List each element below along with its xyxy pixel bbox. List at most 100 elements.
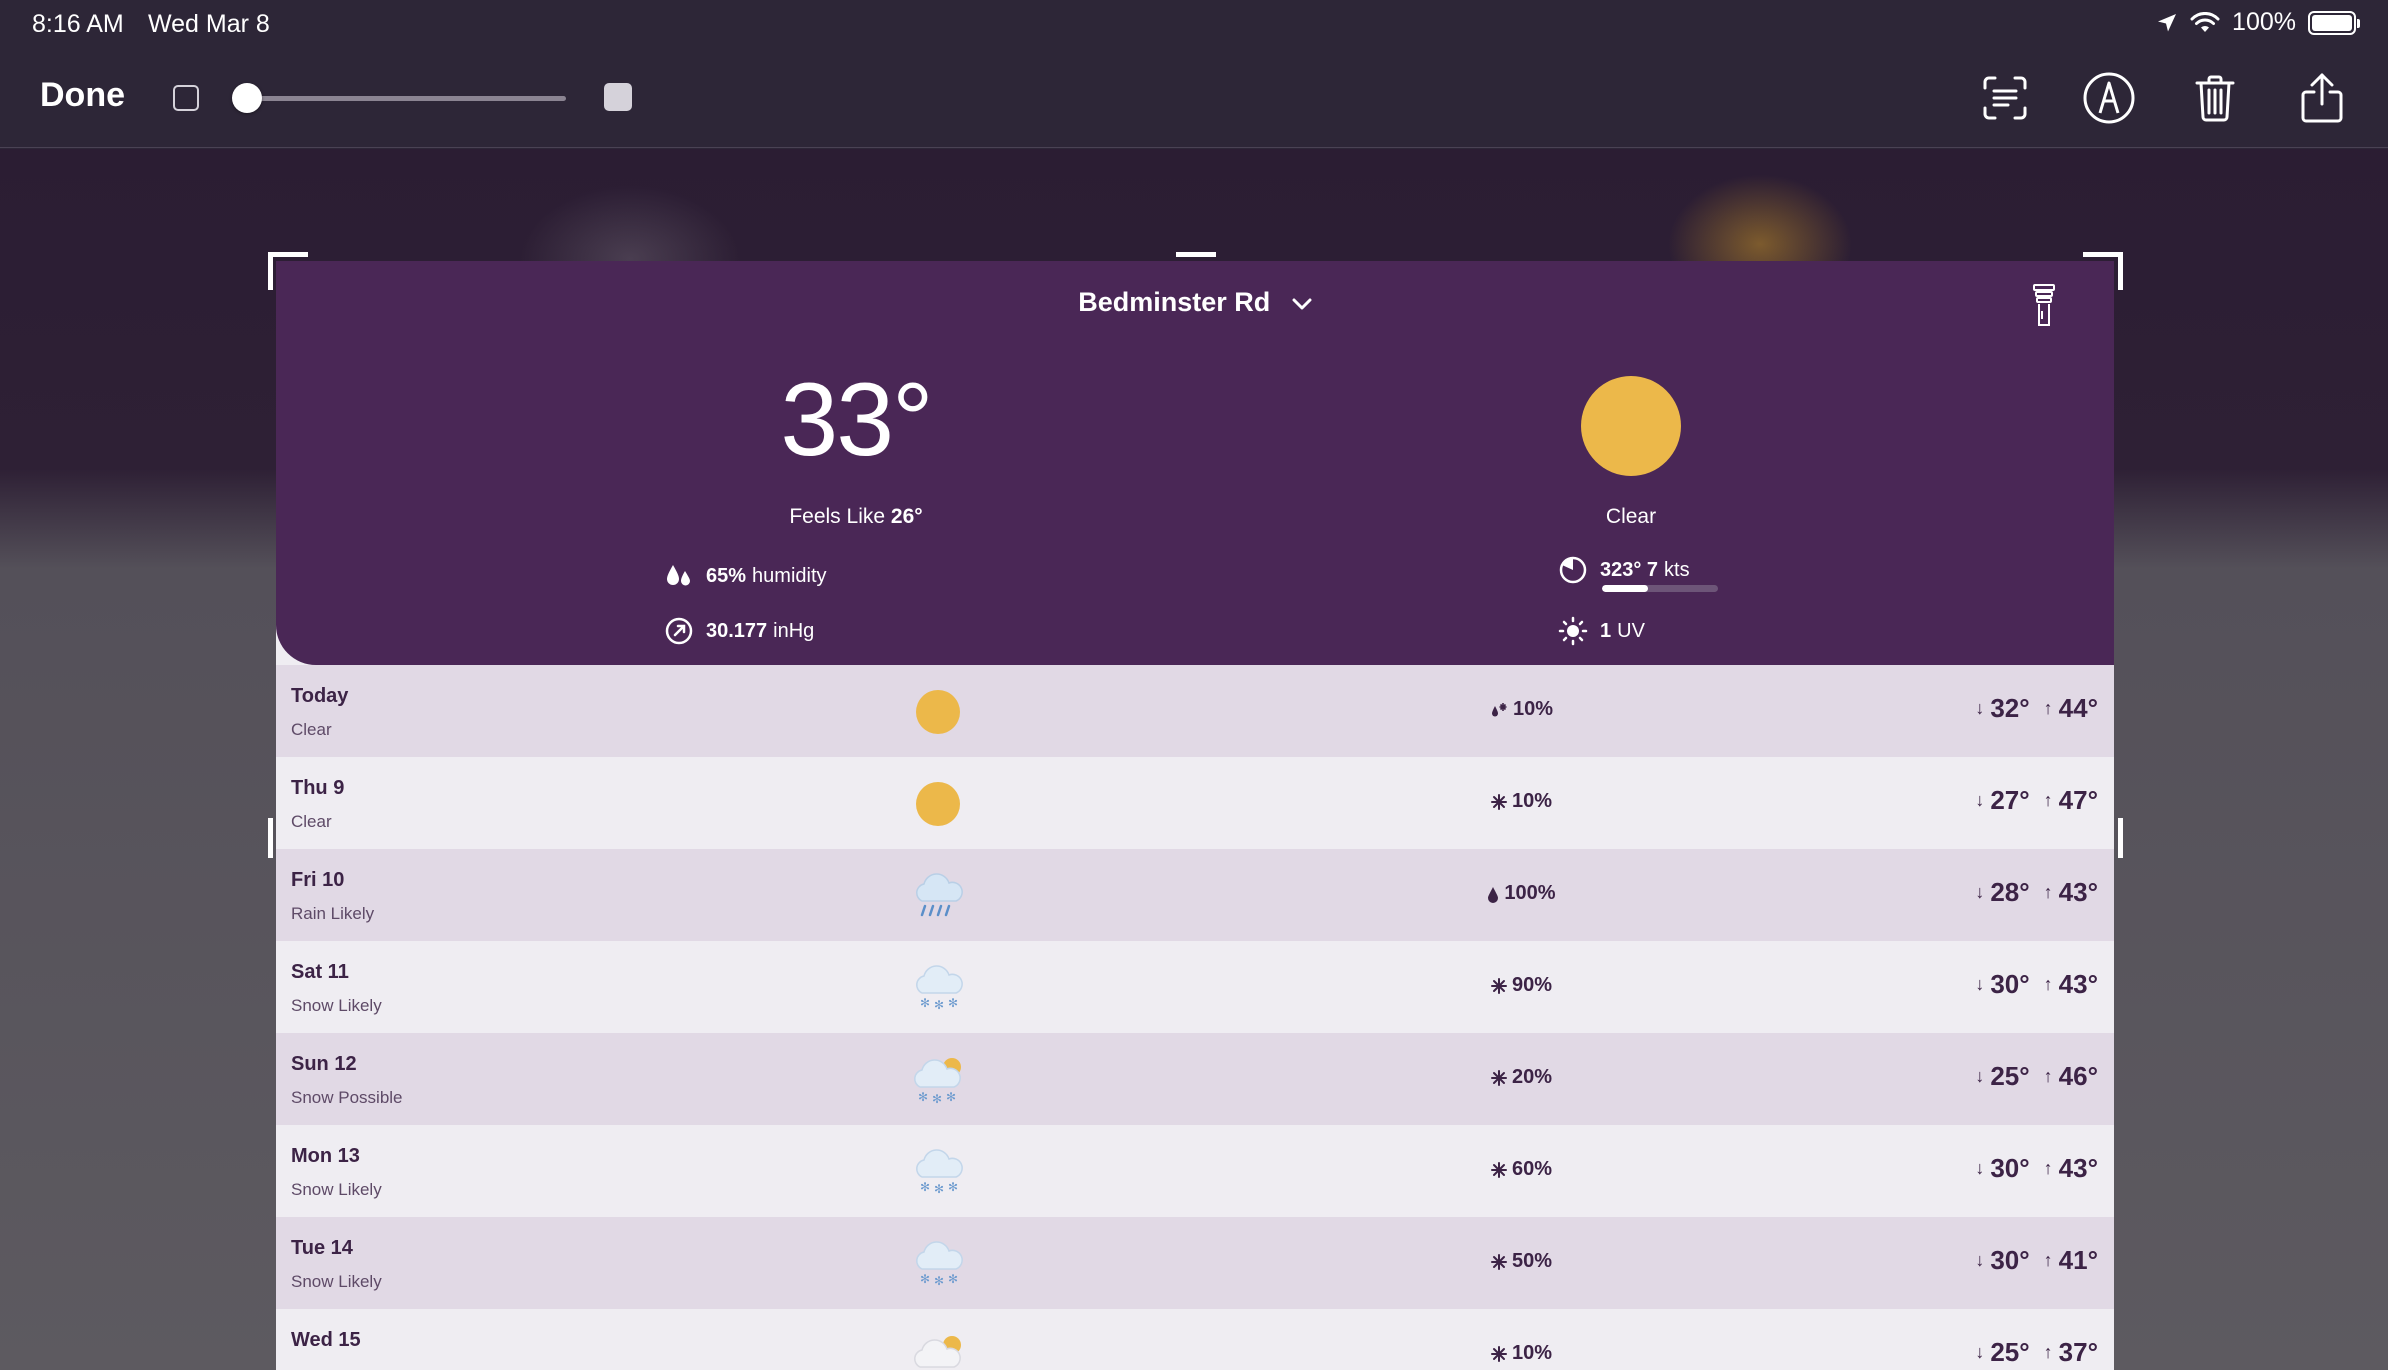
forecast-day: Wed 15 — [291, 1329, 361, 1351]
forecast-temps: ↓ 27° ↑ 47° — [1975, 785, 2098, 816]
text-scan-icon — [1983, 76, 2027, 120]
markup-pen-icon — [2083, 72, 2135, 124]
high-temp: 41° — [2058, 1245, 2098, 1275]
high-temp: 43° — [2058, 969, 2098, 999]
status-time: 8:16 AM — [32, 10, 124, 38]
low-temp: 32° — [1990, 693, 2030, 723]
arrow-down-icon: ↓ — [1975, 1342, 1985, 1362]
pressure-unit: inHg — [773, 619, 815, 642]
arrow-up-icon: ↑ — [2043, 1250, 2053, 1270]
high-temp: 47° — [2058, 785, 2098, 815]
arrow-down-icon: ↓ — [1975, 698, 1985, 718]
snow-partly-sunny-icon: ✻ ✻ ✻ — [908, 1055, 968, 1106]
forecast-condition: Snow Likely — [291, 1272, 382, 1291]
svg-text:✻: ✻ — [934, 1182, 944, 1196]
forecast-day: Mon 13 — [291, 1145, 360, 1167]
current-conditions-panel: Bedminster Rd 33° Feels Like 26° 65% hum… — [276, 261, 2114, 665]
humidity-value: 65% — [706, 564, 747, 587]
uv-metric: 1 UV — [1558, 616, 1645, 646]
forecast-row[interactable]: Tue 14 Snow Likely ✻ ✻ ✻ 50% ↓ 30° ↑ 41° — [276, 1217, 2114, 1309]
forecast-precip: 50% — [1431, 1250, 1611, 1273]
forecast-row[interactable]: Thu 9 Clear 10% ↓ 27° ↑ 47° — [276, 757, 2114, 849]
arrow-up-icon: ↑ — [2043, 1066, 2053, 1086]
forecast-precip: 90% — [1431, 974, 1611, 997]
arrow-up-icon: ↑ — [2043, 1342, 2053, 1362]
crop-handle-top-left[interactable] — [268, 252, 308, 257]
low-temp: 30° — [1990, 1153, 2030, 1183]
forecast-day: Sun 12 — [291, 1053, 357, 1075]
arrow-up-icon: ↑ — [2043, 790, 2053, 810]
crop-handle-top-right[interactable] — [2083, 252, 2123, 257]
svg-text:✻: ✻ — [920, 1180, 930, 1194]
forecast-precip: 60% — [1431, 1158, 1611, 1181]
precip-value: 60% — [1511, 1158, 1553, 1180]
wind-direction-icon — [1559, 556, 1587, 584]
high-temp: 46° — [2058, 1061, 2098, 1091]
markup-pen-button[interactable] — [2081, 70, 2137, 126]
humidity-drops-icon — [667, 565, 690, 586]
forecast-row[interactable]: Today Clear 10% ↓ 32° ↑ 44° — [276, 665, 2114, 757]
weather-station-icon — [2033, 284, 2055, 326]
opacity-slider-thumb[interactable] — [232, 83, 262, 113]
arrow-down-icon: ↓ — [1975, 974, 1985, 994]
humidity-label: humidity — [752, 564, 827, 587]
small-square-icon[interactable] — [173, 85, 199, 111]
arrow-up-icon: ↑ — [2043, 1158, 2053, 1178]
status-right-group: 100% — [2156, 8, 2360, 37]
forecast-row[interactable]: Mon 13 Snow Likely ✻ ✻ ✻ 60% ↓ 30° ↑ 43° — [276, 1125, 2114, 1217]
forecast-precip: 100% — [1431, 882, 1611, 905]
location-name: Bedminster Rd — [1078, 287, 1271, 317]
pressure-value: 30.177 — [706, 619, 768, 642]
crop-handle-top-right[interactable] — [2118, 252, 2123, 290]
precip-value: 20% — [1511, 1066, 1553, 1088]
forecast-day: Today — [291, 685, 349, 707]
forecast-condition: Snow Possible — [291, 1088, 403, 1107]
share-button[interactable] — [2294, 70, 2350, 126]
crop-handle-top-center[interactable] — [1176, 252, 1216, 257]
crop-handle-left-center[interactable] — [268, 818, 273, 858]
forecast-row[interactable]: Wed 15 10% ↓ 25° ↑ 37° — [276, 1309, 2114, 1370]
precip-value: 10% — [1511, 790, 1553, 812]
forecast-precip: 10% — [1431, 1342, 1611, 1365]
forecast-temps: ↓ 30° ↑ 41° — [1975, 1245, 2098, 1276]
high-temp: 43° — [2058, 877, 2098, 907]
arrow-down-icon: ↓ — [1975, 1158, 1985, 1178]
trash-icon — [2195, 75, 2235, 122]
markup-toolbar: Done — [0, 48, 2388, 148]
location-selector[interactable]: Bedminster Rd — [276, 287, 2114, 318]
delete-button[interactable] — [2187, 70, 2243, 126]
forecast-precip: 10% — [1431, 790, 1611, 813]
done-button[interactable]: Done — [40, 76, 125, 115]
wifi-icon — [2190, 11, 2220, 32]
snowflake-icon — [1490, 1069, 1507, 1086]
snow-cloud-icon: ✻ ✻ ✻ — [908, 1147, 968, 1197]
arrow-down-icon: ↓ — [1975, 882, 1985, 902]
weather-station-button[interactable] — [2031, 283, 2057, 334]
forecast-condition: Rain Likely — [291, 904, 375, 923]
forecast-temps: ↓ 30° ↑ 43° — [1975, 1153, 2098, 1184]
crop-handle-top-left[interactable] — [268, 252, 273, 290]
forecast-row[interactable]: Sun 12 Snow Possible ✻ ✻ ✻ 20% ↓ 25° ↑ 46° — [276, 1033, 2114, 1125]
forecast-condition: Clear — [291, 720, 332, 739]
share-icon — [2301, 73, 2343, 123]
forecast-row[interactable]: Fri 10 Rain Likely 100% ↓ 28° ↑ 43° — [276, 849, 2114, 941]
pressure-metric: 30.177 inHg — [664, 616, 814, 646]
arrow-down-icon: ↓ — [1975, 790, 1985, 810]
forecast-row[interactable]: Sat 11 Snow Likely ✻ ✻ ✻ 90% ↓ 30° ↑ 43° — [276, 941, 2114, 1033]
live-text-button[interactable] — [1977, 70, 2033, 126]
high-temp: 43° — [2058, 1153, 2098, 1183]
low-temp: 30° — [1990, 1245, 2030, 1275]
clear-sun-icon — [1581, 376, 1681, 476]
wind-value: 323° 7 — [1600, 558, 1659, 581]
svg-text:✻: ✻ — [932, 1092, 942, 1105]
large-square-icon[interactable] — [604, 83, 632, 111]
svg-text:✻: ✻ — [948, 996, 958, 1010]
svg-text:✻: ✻ — [946, 1090, 956, 1104]
status-date: Wed Mar 8 — [148, 10, 270, 38]
opacity-slider-track[interactable] — [244, 96, 566, 101]
precip-value: 50% — [1511, 1250, 1553, 1272]
low-temp: 28° — [1990, 877, 2030, 907]
crop-handle-right-center[interactable] — [2118, 818, 2123, 858]
location-arrow-icon — [2158, 13, 2177, 31]
forecast-temps: ↓ 25° ↑ 37° — [1975, 1337, 2098, 1368]
